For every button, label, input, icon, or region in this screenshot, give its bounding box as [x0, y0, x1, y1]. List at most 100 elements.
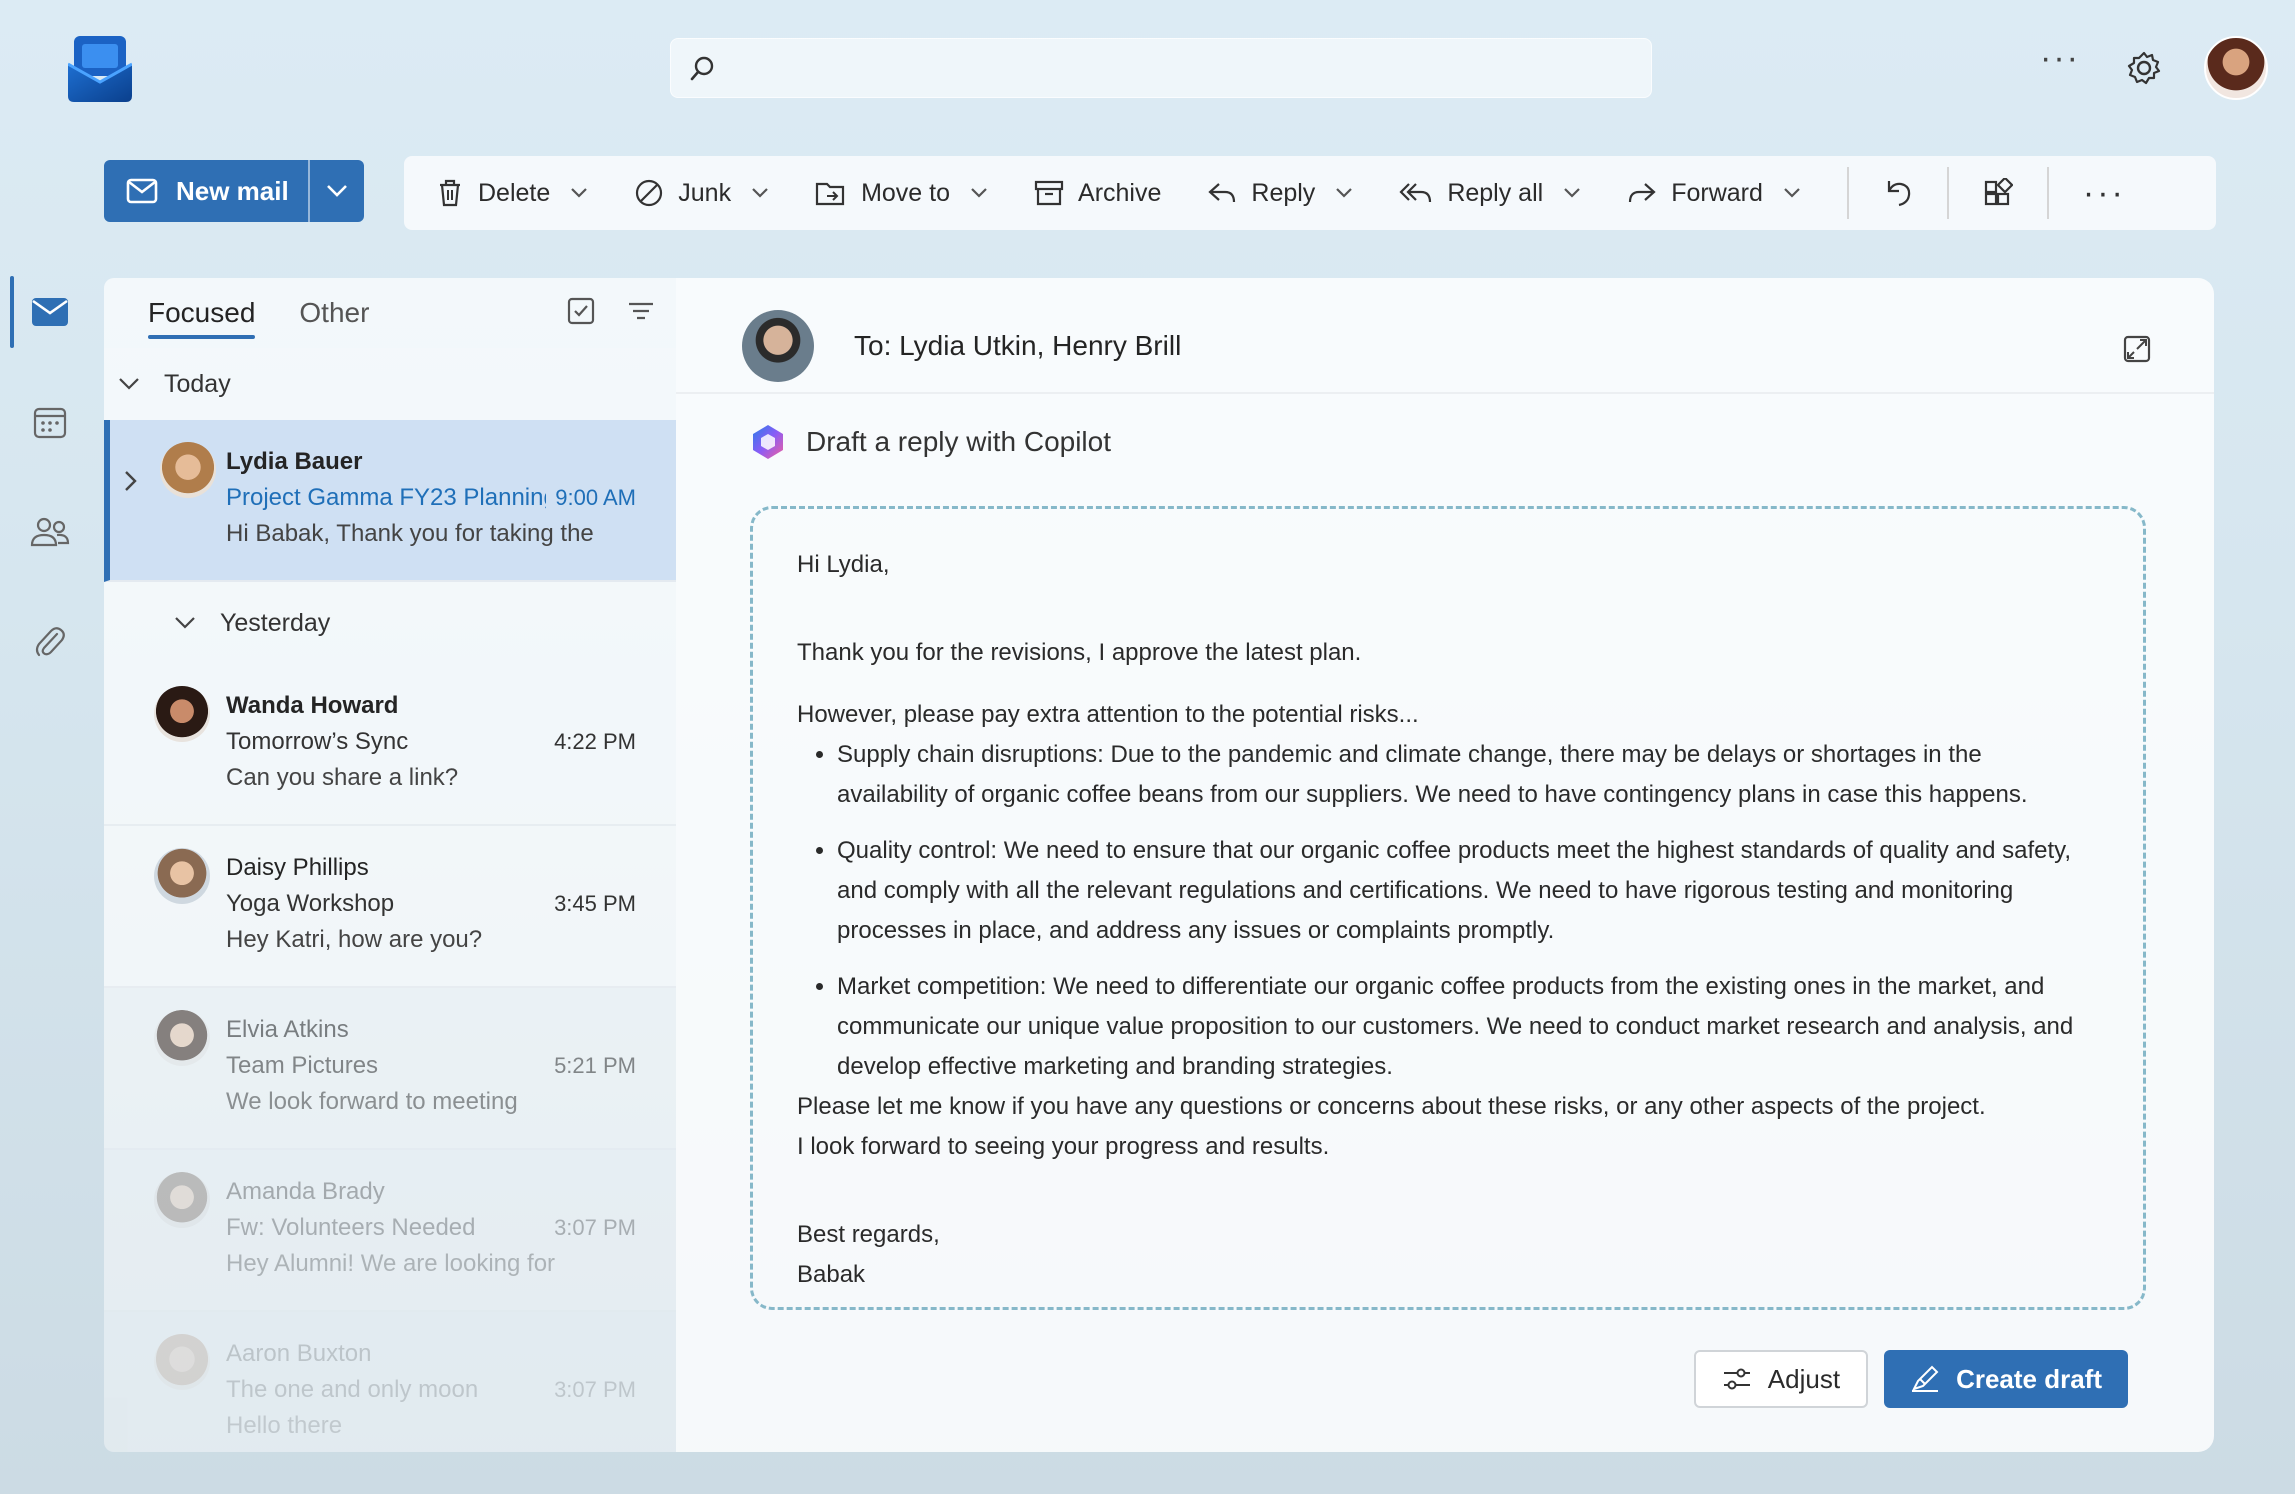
message-time: 3:07 PM	[554, 1215, 636, 1240]
reply-label: Reply	[1251, 178, 1316, 207]
list-item[interactable]: Wanda Howard Tomorrow’s Sync 4:22 PM Can …	[104, 664, 676, 826]
recipients-line[interactable]: To: Lydia Utkin, Henry Brill	[854, 330, 1181, 362]
list-item[interactable]: Lydia Bauer Project Gamma FY23 Planning 9…	[104, 420, 676, 582]
copilot-icon	[753, 425, 783, 459]
chevron-down-icon	[175, 617, 195, 629]
more-commands-icon[interactable]: ···	[2083, 176, 2126, 210]
user-avatar[interactable]	[2204, 36, 2268, 100]
list-item[interactable]: Amanda Brady Fw: Volunteers Needed 3:07 P…	[104, 1150, 676, 1312]
risk-list: Supply chain disruptions: Due to the pan…	[797, 735, 2099, 1087]
new-mail-main[interactable]: New mail	[104, 160, 310, 222]
message-preview: Hello there	[226, 1412, 343, 1439]
risk-item: Market competition: We need to different…	[837, 967, 2099, 1087]
ribbon-divider	[2046, 167, 2049, 219]
rail-mail[interactable]	[28, 290, 72, 334]
avatar	[154, 1010, 210, 1066]
message-subject: Project Gamma FY23 Planning	[226, 484, 546, 511]
settings-gear-icon[interactable]	[2126, 50, 2162, 91]
list-item[interactable]: Aaron Buxton The one and only moon 3:07 P…	[104, 1312, 676, 1452]
search-icon	[689, 55, 717, 88]
junk-button[interactable]: Junk	[634, 178, 769, 208]
message-preview: Hi Babak, Thank you for taking the	[226, 520, 594, 547]
copilot-draft-box[interactable]: Hi Lydia, Thank you for the revisions, I…	[750, 506, 2146, 1310]
trash-icon	[440, 179, 460, 207]
rail-calendar[interactable]	[28, 400, 72, 444]
chevron-down-icon[interactable]	[1335, 187, 1353, 199]
sliders-icon	[1723, 1368, 1750, 1390]
message-subject: The one and only moon	[226, 1376, 479, 1403]
forward-button[interactable]: Forward	[1627, 179, 1801, 208]
risk-item: Supply chain disruptions: Due to the pan…	[837, 735, 2099, 815]
search-input[interactable]	[731, 49, 1631, 89]
search-box[interactable]	[670, 38, 1652, 98]
tab-focused[interactable]: Focused	[148, 297, 256, 339]
pop-out-button[interactable]	[2122, 334, 2152, 369]
delete-button[interactable]: Delete	[436, 178, 588, 208]
rail-active-indicator	[10, 276, 14, 348]
draft-line: I look forward to seeing your progress a…	[797, 1133, 1330, 1160]
new-mail-button[interactable]: New mail	[104, 160, 364, 222]
sender-name: Amanda Brady	[226, 1178, 385, 1205]
compose-header: To: Lydia Utkin, Henry Brill	[676, 278, 2214, 394]
select-checkbox-icon[interactable]	[566, 296, 596, 326]
chevron-down-icon[interactable]	[570, 187, 588, 199]
avatar	[742, 310, 814, 382]
reading-pane: To: Lydia Utkin, Henry Brill Draft a rep…	[676, 278, 2214, 1452]
list-item[interactable]: Daisy Phillips Yoga Workshop 3:45 PM Hey …	[104, 826, 676, 988]
tab-other[interactable]: Other	[299, 297, 369, 329]
mail-icon	[32, 298, 68, 326]
message-subject: Fw: Volunteers Needed	[226, 1214, 476, 1241]
reply-all-label: Reply all	[1447, 178, 1544, 207]
draft-line: However, please pay extra attention to t…	[797, 701, 1419, 728]
message-preview: Hey Katri, how are you?	[226, 926, 483, 953]
command-ribbon: Delete Junk Move to Archive Reply Reply …	[404, 156, 2216, 230]
move-to-button[interactable]: Move to	[815, 178, 988, 208]
avatar	[154, 1334, 210, 1390]
move-to-label: Move to	[861, 178, 951, 207]
adjust-button[interactable]: Adjust	[1693, 1350, 1869, 1408]
message-list: Focused Other Today Lydia Bauer Project …	[104, 278, 676, 1452]
reply-all-icon	[1399, 183, 1432, 203]
outlook-logo-icon	[67, 34, 133, 104]
sender-name: Lydia Bauer	[226, 448, 363, 475]
undo-button[interactable]	[1883, 177, 1913, 209]
group-label: Yesterday	[220, 608, 331, 637]
delete-label: Delete	[478, 178, 551, 207]
copilot-label: Draft a reply with Copilot	[806, 426, 1112, 457]
apps-button[interactable]	[1983, 178, 2013, 208]
rail-attachments[interactable]	[28, 620, 72, 664]
create-draft-button[interactable]: Create draft	[1884, 1350, 2128, 1408]
draft-line: Thank you for the revisions, I approve t…	[797, 639, 1362, 666]
chevron-down-icon[interactable]	[751, 187, 769, 199]
reply-button[interactable]: Reply	[1207, 179, 1353, 208]
more-options-icon[interactable]: ···	[2040, 41, 2080, 75]
compose-pen-icon	[1912, 1365, 1939, 1392]
draft-greeting: Hi Lydia,	[797, 551, 890, 578]
copilot-header: Draft a reply with Copilot	[748, 422, 1111, 462]
chevron-right-icon[interactable]	[124, 470, 138, 492]
chevron-down-icon[interactable]	[1563, 187, 1581, 199]
calendar-icon	[33, 407, 67, 439]
folder-move-icon	[815, 182, 845, 206]
message-preview: Hey Alumni! We are looking for	[226, 1250, 556, 1277]
group-header-yesterday[interactable]: Yesterday	[104, 582, 676, 664]
message-preview: We look forward to meeting	[226, 1088, 518, 1115]
sender-name: Elvia Atkins	[226, 1016, 349, 1043]
chevron-down-icon[interactable]	[970, 187, 988, 199]
reply-icon	[1208, 183, 1236, 203]
message-preview: Can you share a link?	[226, 764, 459, 791]
new-mail-dropdown[interactable]	[310, 184, 364, 198]
archive-button[interactable]: Archive	[1034, 179, 1161, 208]
rail-people[interactable]	[28, 510, 72, 554]
list-item[interactable]: Elvia Atkins Team Pictures 5:21 PM We loo…	[104, 988, 676, 1150]
block-icon	[636, 179, 663, 207]
filter-icon[interactable]	[626, 296, 656, 326]
create-draft-label: Create draft	[1956, 1363, 2102, 1394]
avatar	[154, 1172, 210, 1228]
reply-all-button[interactable]: Reply all	[1399, 179, 1581, 208]
avatar	[154, 848, 210, 904]
chevron-down-icon[interactable]	[1783, 187, 1801, 199]
chevron-down-icon	[119, 378, 139, 390]
archive-icon	[1034, 180, 1064, 206]
group-header-today[interactable]: Today	[104, 348, 676, 420]
